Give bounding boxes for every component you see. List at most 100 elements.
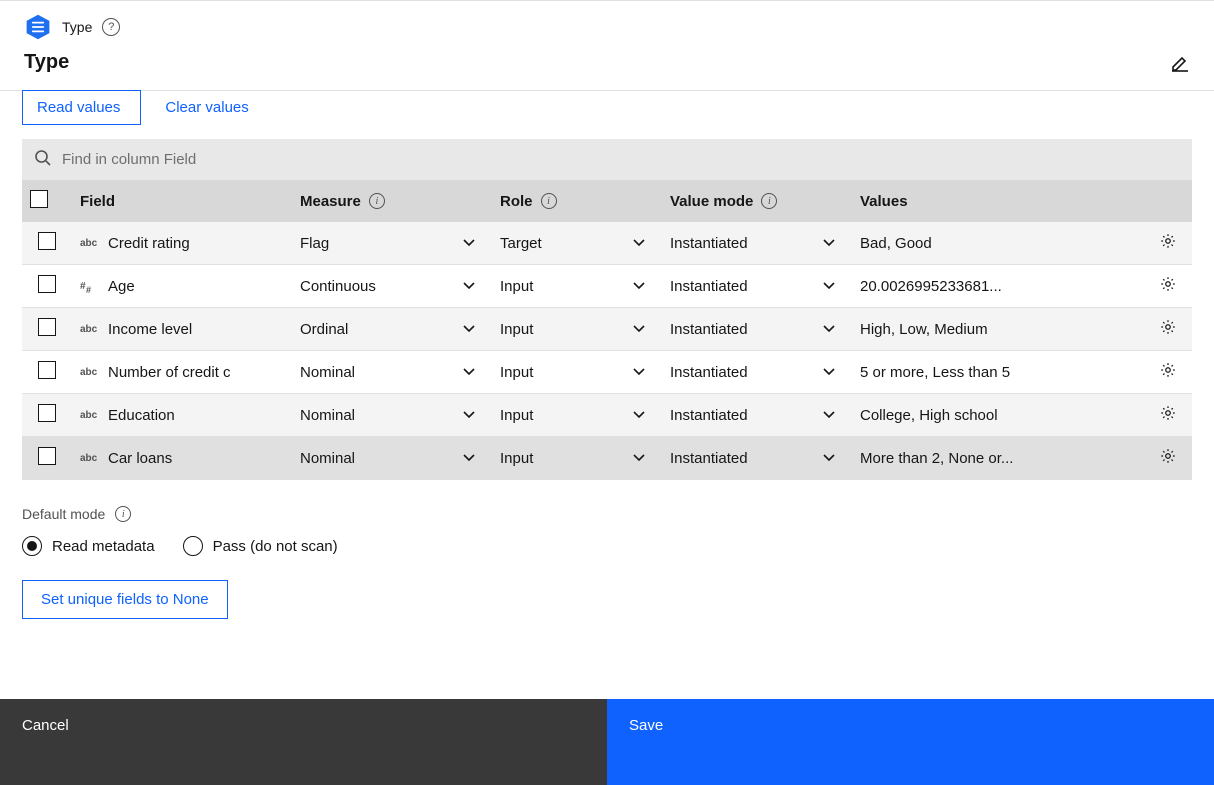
chevron-down-icon bbox=[822, 279, 836, 293]
chevron-down-icon bbox=[632, 236, 646, 250]
role-dropdown[interactable]: Input bbox=[500, 407, 654, 424]
role-value: Target bbox=[500, 235, 542, 252]
value-mode-value: Instantiated bbox=[670, 450, 748, 467]
row-checkbox[interactable] bbox=[38, 447, 56, 465]
search-row bbox=[22, 139, 1192, 180]
chevron-down-icon bbox=[632, 451, 646, 465]
value-mode-value: Instantiated bbox=[670, 278, 748, 295]
field-type-icon: abc bbox=[80, 238, 100, 249]
radio-pass[interactable]: Pass (do not scan) bbox=[183, 536, 338, 556]
value-mode-dropdown[interactable]: Instantiated bbox=[670, 278, 844, 295]
measure-dropdown[interactable]: Flag bbox=[300, 235, 484, 252]
header-value-mode: Value mode bbox=[670, 193, 753, 210]
role-dropdown[interactable]: Input bbox=[500, 321, 654, 338]
chevron-down-icon bbox=[462, 279, 476, 293]
save-label: Save bbox=[629, 717, 663, 734]
values-cell: High, Low, Medium bbox=[860, 321, 988, 338]
value-mode-dropdown[interactable]: Instantiated bbox=[670, 450, 844, 467]
chevron-down-icon bbox=[822, 365, 836, 379]
breadcrumb-label: Type bbox=[62, 19, 92, 35]
gear-icon[interactable] bbox=[1159, 447, 1177, 465]
table-row[interactable]: abcIncome levelOrdinalInputInstantiatedH… bbox=[22, 308, 1192, 351]
title-row: Type bbox=[0, 45, 1214, 91]
value-mode-value: Instantiated bbox=[670, 364, 748, 381]
select-all-checkbox[interactable] bbox=[30, 190, 48, 208]
chevron-down-icon bbox=[822, 451, 836, 465]
field-type-icon: abc bbox=[80, 410, 100, 421]
row-checkbox[interactable] bbox=[38, 232, 56, 250]
value-mode-dropdown[interactable]: Instantiated bbox=[670, 235, 844, 252]
measure-dropdown[interactable]: Ordinal bbox=[300, 321, 484, 338]
role-value: Input bbox=[500, 278, 533, 295]
radio-read-metadata[interactable]: Read metadata bbox=[22, 536, 155, 556]
chevron-down-icon bbox=[632, 408, 646, 422]
measure-value: Nominal bbox=[300, 450, 355, 467]
default-mode-label: Default mode i bbox=[22, 506, 1192, 522]
measure-dropdown[interactable]: Nominal bbox=[300, 450, 484, 467]
value-mode-dropdown[interactable]: Instantiated bbox=[670, 407, 844, 424]
role-dropdown[interactable]: Input bbox=[500, 450, 654, 467]
search-input[interactable] bbox=[62, 151, 1180, 168]
read-values-button[interactable]: Read values bbox=[22, 90, 141, 125]
values-cell: More than 2, None or... bbox=[860, 450, 1013, 467]
measure-value: Continuous bbox=[300, 278, 376, 295]
gear-icon[interactable] bbox=[1159, 318, 1177, 336]
edit-icon[interactable] bbox=[1170, 53, 1190, 73]
default-mode-text: Default mode bbox=[22, 506, 105, 522]
node-type-icon bbox=[24, 13, 52, 41]
table-row[interactable]: abcCar loansNominalInputInstantiatedMore… bbox=[22, 437, 1192, 480]
measure-dropdown[interactable]: Continuous bbox=[300, 278, 484, 295]
gear-icon[interactable] bbox=[1159, 275, 1177, 293]
role-value: Input bbox=[500, 407, 533, 424]
row-checkbox[interactable] bbox=[38, 275, 56, 293]
header-field: Field bbox=[80, 193, 115, 210]
measure-dropdown[interactable]: Nominal bbox=[300, 407, 484, 424]
chevron-down-icon bbox=[822, 322, 836, 336]
field-type-icon: abc bbox=[80, 367, 100, 378]
value-mode-dropdown[interactable]: Instantiated bbox=[670, 364, 844, 381]
table-header-row: Field Measurei Rolei Value modei Values bbox=[22, 180, 1192, 222]
clear-values-link[interactable]: Clear values bbox=[165, 91, 248, 124]
table-row[interactable]: ##AgeContinuousInputInstantiated20.00269… bbox=[22, 265, 1192, 308]
chevron-down-icon bbox=[632, 322, 646, 336]
default-mode-radio-group: Read metadata Pass (do not scan) bbox=[22, 536, 1192, 556]
field-name: Education bbox=[108, 407, 175, 424]
gear-icon[interactable] bbox=[1159, 404, 1177, 422]
page-title: Type bbox=[24, 51, 69, 74]
save-button[interactable]: Save bbox=[607, 699, 1214, 785]
measure-dropdown[interactable]: Nominal bbox=[300, 364, 484, 381]
chevron-down-icon bbox=[632, 279, 646, 293]
row-checkbox[interactable] bbox=[38, 361, 56, 379]
values-cell: Bad, Good bbox=[860, 235, 932, 252]
role-dropdown[interactable]: Input bbox=[500, 278, 654, 295]
help-icon[interactable]: ? bbox=[102, 18, 120, 36]
values-cell: College, High school bbox=[860, 407, 998, 424]
field-type-icon: abc bbox=[80, 324, 100, 335]
chevron-down-icon bbox=[462, 365, 476, 379]
role-dropdown[interactable]: Input bbox=[500, 364, 654, 381]
radio-label: Read metadata bbox=[52, 538, 155, 555]
row-checkbox[interactable] bbox=[38, 404, 56, 422]
table-row[interactable]: abc Number of credit c Nominal Input Instant… bbox=[22, 351, 1192, 394]
field-name: Number of credit c bbox=[108, 364, 231, 381]
cancel-button[interactable]: Cancel bbox=[0, 699, 607, 785]
table-row[interactable]: abcCredit ratingFlagTargetInstantiatedBa… bbox=[22, 222, 1192, 265]
gear-icon[interactable] bbox=[1159, 232, 1177, 250]
role-dropdown[interactable]: Target bbox=[500, 235, 654, 252]
breadcrumb-bar: Type ? bbox=[0, 0, 1214, 45]
info-icon[interactable]: i bbox=[761, 193, 777, 209]
info-icon[interactable]: i bbox=[541, 193, 557, 209]
value-mode-dropdown[interactable]: Instantiated bbox=[670, 321, 844, 338]
info-icon[interactable]: i bbox=[369, 193, 385, 209]
measure-value: Ordinal bbox=[300, 321, 348, 338]
info-icon[interactable]: i bbox=[115, 506, 131, 522]
header-values: Values bbox=[860, 193, 908, 210]
set-unique-fields-button[interactable]: Set unique fields to None bbox=[22, 580, 228, 619]
table-row[interactable]: abc Education Nominal Input Instantiated Coll… bbox=[22, 394, 1192, 437]
field-name: Age bbox=[108, 278, 135, 295]
chevron-down-icon bbox=[462, 408, 476, 422]
row-checkbox[interactable] bbox=[38, 318, 56, 336]
header-role: Role bbox=[500, 193, 533, 210]
actions-row: Read values Clear values bbox=[0, 90, 1214, 139]
gear-icon[interactable] bbox=[1159, 361, 1177, 379]
